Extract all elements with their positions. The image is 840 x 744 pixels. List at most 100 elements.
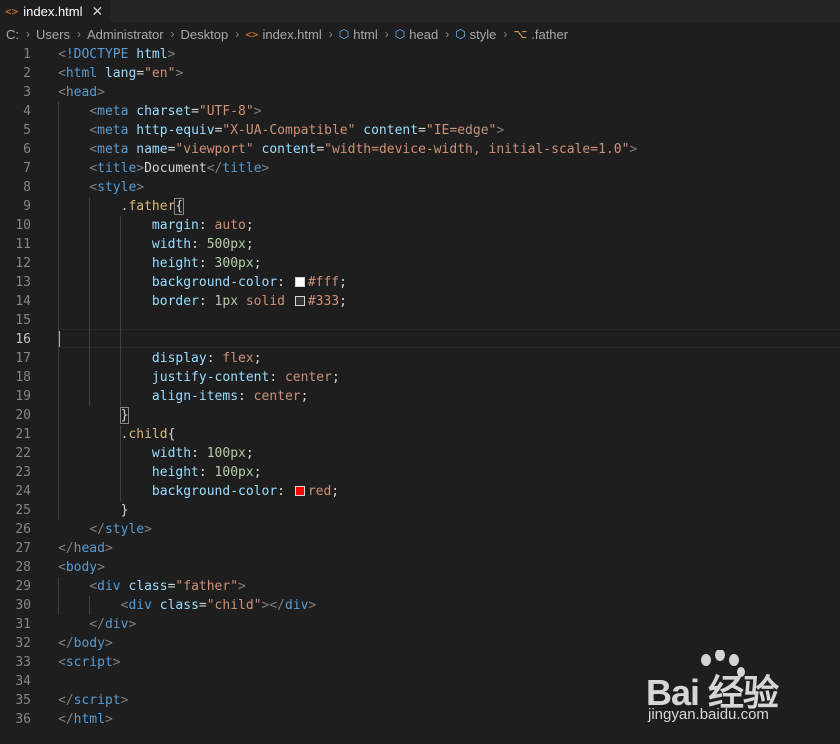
code-token: center [284,370,332,385]
code-line: 17 display: flex; [0,349,840,368]
code-text: .child{ [58,425,176,444]
chevron-right-icon: › [76,27,81,41]
code-token: margin [151,218,199,233]
code-text: <meta name="viewport" content="width=dev… [58,140,637,159]
code-text: border: 1px solid #333; [58,292,347,311]
code-token: > [496,123,505,138]
code-token: > [144,522,152,537]
tab-index-html[interactable]: <> index.html ✕ [0,0,110,22]
chevron-right-icon: › [26,27,30,41]
code-line: 27 </head> [0,539,840,558]
breadcrumb-label: style [469,26,497,42]
indent-guide [58,102,59,520]
breadcrumb-item[interactable]: ⬡ head [395,27,438,42]
code-token: !DOCTYPE [65,47,129,62]
breadcrumb-item[interactable]: ⌥ .father [513,27,568,42]
code-token: = [191,104,199,119]
code-text: </body> [58,634,113,653]
code-token: "child" [206,598,262,613]
breadcrumb-item[interactable]: Desktop [181,27,229,42]
code-line: 10 margin: auto; [0,216,840,235]
code-line: 30 <div class="child"></div> [0,596,840,615]
code-text: </div> [58,615,136,634]
code-text: width: 100px; [58,444,254,463]
code-token: ; [245,446,254,461]
code-text: background-color: red; [58,482,339,501]
breadcrumb-item[interactable]: <> index.html [245,27,322,42]
code-line: 1 <!DOCTYPE html> [0,45,840,64]
close-icon[interactable]: ✕ [92,3,104,20]
code-line: 3 <head> [0,83,840,102]
color-swatch-icon [294,486,305,496]
tab-bar: <> index.html ✕ [0,0,840,22]
indent-guide [89,197,91,406]
code-line: 12 height: 300px; [0,254,840,273]
chevron-right-icon: › [235,27,240,41]
code-token: : [277,484,293,499]
code-token: ; [331,370,340,385]
code-token: height [151,465,199,480]
code-token: 1px [214,294,239,309]
code-token: > [308,598,317,613]
breadcrumb-item[interactable]: Users [36,27,70,42]
breadcrumb-item[interactable]: ⬡ style [455,27,496,42]
breadcrumb-item[interactable]: Administrator [87,27,164,42]
indent-guide [89,596,91,615]
code-token: meta [97,142,129,157]
line-number: 22 [15,446,31,461]
code-token: </ [58,636,74,651]
line-number: 26 [15,522,31,537]
color-swatch-icon [294,296,305,306]
code-line: 7 <title>Document</title> [0,159,840,178]
code-text: <div class="father"> [58,577,246,596]
indent-guide [120,425,122,501]
code-token: ; [245,218,254,233]
indent-guide [120,216,122,406]
code-token: solid [245,294,285,309]
breadcrumb-item[interactable]: C: [6,27,19,42]
code-token: > [97,560,105,575]
code-token: > [136,161,145,176]
code-token: < [89,142,98,157]
code-token: : [198,256,215,271]
code-token: center [253,389,301,404]
code-line: 25 } [0,501,840,520]
code-token: content [261,142,317,157]
chevron-right-icon: › [503,27,508,41]
line-number: 34 [15,674,31,689]
code-token: = [198,598,207,613]
code-token: < [89,123,98,138]
code-token: </ [206,161,223,176]
code-token: display [151,351,207,366]
code-token: red [307,484,332,499]
line-number: 18 [15,370,31,385]
code-token: ; [253,351,262,366]
code-token: title [97,161,137,176]
code-text: justify-content: center; [58,368,340,387]
code-token: = [316,142,325,157]
line-number: 20 [15,408,31,423]
code-text: <html lang="en"> [58,64,183,83]
code-text: <style> [58,178,144,197]
code-token: head [73,541,105,556]
code-editor[interactable]: 1 <!DOCTYPE html> 2 <html lang="en"> 3 <head>… [0,44,840,744]
code-token: div [285,598,309,613]
code-line: 6 <meta name="viewport" content="width=d… [0,140,840,159]
line-number: 28 [15,560,31,575]
code-token: meta [97,104,129,119]
line-number: 35 [15,693,31,708]
code-text: <meta http-equiv = "X-UA-Compatible" conte… [58,121,504,140]
breadcrumb-item[interactable]: ⬡ html [339,27,378,42]
code-token: html [73,712,105,727]
code-token: "viewport" [175,142,254,157]
